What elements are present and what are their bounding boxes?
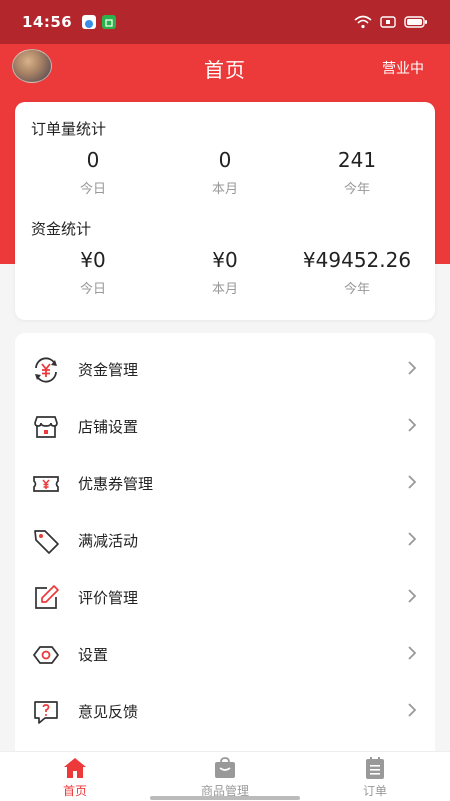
menu-item-settings[interactable]: 设置 (15, 626, 435, 683)
stat-label: 今年 (343, 282, 370, 297)
home-indicator (150, 796, 300, 800)
chevron-right-icon (408, 418, 417, 432)
menu-item-label: 店铺设置 (78, 418, 139, 436)
menu-card: 资金管理 店铺设置 优惠券管理 满减活动 评价管理 设置 意见反馈 (15, 333, 435, 763)
app-notification-icon-2 (102, 15, 117, 29)
feedback-icon (31, 697, 61, 727)
menu-item-funds[interactable]: 资金管理 (15, 341, 435, 398)
chevron-right-icon (408, 703, 417, 717)
bottom-tab-bar: 首页 商品管理 订单 (0, 751, 450, 801)
stat-label: 今日 (79, 182, 106, 197)
stat-value: 241 (337, 148, 377, 172)
wifi-icon (354, 15, 372, 29)
tab-label: 订单 (362, 784, 387, 798)
tag-icon (31, 526, 61, 556)
menu-item-label: 资金管理 (78, 361, 139, 379)
chevron-right-icon (408, 589, 417, 603)
tab-products[interactable]: 商品管理 (150, 752, 300, 801)
clipboard-icon (366, 757, 384, 779)
tab-home[interactable]: 首页 (0, 752, 150, 801)
coupon-icon (31, 469, 61, 499)
status-right (354, 15, 428, 29)
stat-value: 0 (86, 148, 100, 172)
store-icon (31, 412, 61, 442)
stat-value: ¥0 (80, 248, 106, 272)
stat-label: 今年 (343, 182, 370, 197)
chevron-right-icon (408, 361, 417, 375)
status-bar: 14:56 (0, 0, 450, 44)
menu-item-store-settings[interactable]: 店铺设置 (15, 398, 435, 455)
stat-label: 今日 (79, 282, 106, 297)
stat-value: 0 (218, 148, 232, 172)
menu-item-label: 优惠券管理 (78, 475, 154, 493)
edit-icon (31, 583, 61, 613)
order-stat-month: 0 本月 (155, 148, 295, 197)
stat-value: ¥0 (212, 248, 238, 272)
order-stat-today: 0 今日 (23, 148, 163, 197)
fund-stats-title: 资金统计 (31, 220, 92, 238)
order-stats-title: 订单量统计 (31, 120, 107, 138)
menu-item-discount-events[interactable]: 满减活动 (15, 512, 435, 569)
bag-icon (215, 757, 235, 778)
menu-item-coupons[interactable]: 优惠券管理 (15, 455, 435, 512)
page-title: 首页 (204, 57, 246, 82)
tab-orders[interactable]: 订单 (300, 752, 450, 801)
avatar[interactable] (12, 49, 52, 83)
yuan-exchange-icon (31, 355, 61, 385)
menu-item-label: 意见反馈 (78, 703, 139, 721)
stat-label: 本月 (211, 282, 238, 297)
home-icon (64, 758, 86, 778)
stat-label: 本月 (211, 182, 238, 197)
battery-icon (404, 16, 427, 28)
business-status[interactable]: 营业中 (382, 58, 424, 78)
menu-item-feedback[interactable]: 意见反馈 (15, 683, 435, 740)
menu-item-label: 评价管理 (78, 589, 139, 607)
settings-icon (31, 640, 61, 670)
order-stat-year: 241 今年 (287, 148, 427, 197)
menu-item-label: 满减活动 (78, 532, 139, 550)
menu-item-label: 设置 (78, 646, 109, 664)
sim-icon (380, 16, 396, 28)
fund-stat-month: ¥0 本月 (155, 248, 295, 297)
fund-stat-year: ¥49452.26 今年 (287, 248, 427, 297)
stats-card: 订单量统计 0 今日 0 本月 241 今年 资金统计 ¥0 今日 ¥0 本月 … (15, 102, 435, 320)
chevron-right-icon (408, 532, 417, 546)
chevron-right-icon (408, 646, 417, 660)
top-bar: 首页 营业中 (0, 44, 450, 92)
menu-item-reviews[interactable]: 评价管理 (15, 569, 435, 626)
stat-value: ¥49452.26 (302, 248, 412, 272)
chevron-right-icon (408, 475, 417, 489)
app-notification-icon (82, 15, 97, 29)
status-time: 14:56 (22, 13, 73, 31)
tab-label: 首页 (62, 784, 87, 798)
fund-stat-today: ¥0 今日 (23, 248, 163, 297)
